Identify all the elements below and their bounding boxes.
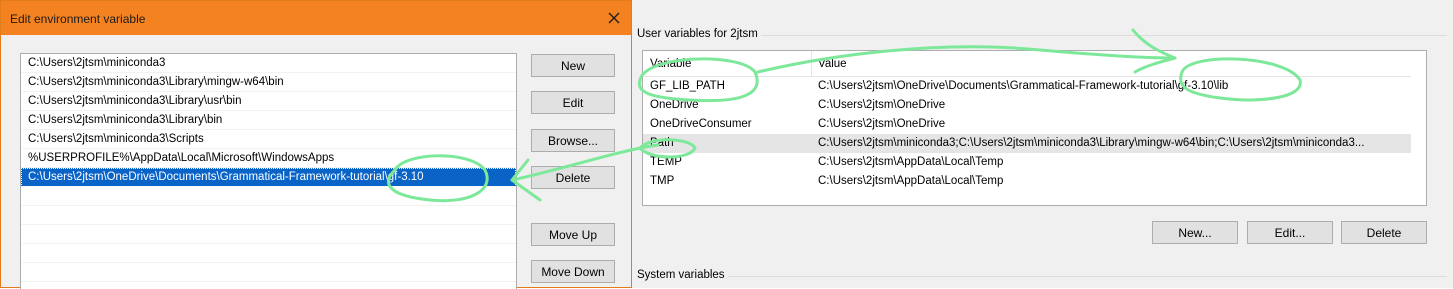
new-button[interactable]: New — [531, 54, 615, 77]
delete-button[interactable]: Delete — [531, 166, 615, 189]
table-body: GF_LIB_PATH C:\Users\2jtsm\OneDrive\Docu… — [643, 77, 1411, 191]
user-new-button[interactable]: New... — [1152, 221, 1238, 244]
path-entries-list[interactable]: C:\Users\2jtsm\miniconda3 C:\Users\2jtsm… — [20, 53, 517, 289]
user-edit-button-label: Edit... — [1274, 225, 1306, 240]
user-new-button-label: New... — [1178, 225, 1212, 240]
edit-button-label: Edit — [562, 95, 584, 110]
browse-button[interactable]: Browse... — [531, 129, 615, 152]
list-item-empty[interactable] — [21, 225, 516, 244]
user-delete-button-label: Delete — [1366, 225, 1402, 240]
table-row[interactable]: OneDrive C:\Users\2jtsm\OneDrive — [643, 96, 1411, 115]
list-item-empty[interactable] — [21, 206, 516, 225]
system-group-divider — [637, 276, 1447, 277]
close-button[interactable] — [601, 5, 627, 31]
move-up-button[interactable]: Move Up — [531, 223, 615, 246]
variable-value: C:\Users\2jtsm\OneDrive — [818, 99, 946, 111]
move-down-button[interactable]: Move Down — [531, 260, 615, 283]
dialog-titlebar: Edit environment variable — [1, 1, 631, 35]
edit-button[interactable]: Edit — [531, 91, 615, 114]
list-item[interactable]: C:\Users\2jtsm\miniconda3\Library\bin — [21, 111, 516, 130]
variable-value: C:\Users\2jtsm\OneDrive\Documents\Gramma… — [818, 80, 1229, 92]
delete-button-label: Delete — [555, 170, 591, 185]
variable-name: TEMP — [650, 156, 682, 168]
table-header: Variable Value — [643, 51, 1411, 77]
table-row[interactable]: GF_LIB_PATH C:\Users\2jtsm\OneDrive\Docu… — [643, 77, 1411, 96]
variable-value: C:\Users\2jtsm\AppData\Local\Temp — [818, 175, 1004, 187]
variable-value: C:\Users\2jtsm\AppData\Local\Temp — [818, 156, 1004, 168]
list-item[interactable]: %USERPROFILE%\AppData\Local\Microsoft\Wi… — [21, 149, 516, 168]
table-row[interactable]: OneDriveConsumer C:\Users\2jtsm\OneDrive — [643, 115, 1411, 134]
variable-name: OneDrive — [650, 99, 699, 111]
move-down-button-label: Move Down — [541, 264, 605, 279]
column-header-value[interactable]: Value — [818, 58, 847, 70]
variable-name: GF_LIB_PATH — [650, 80, 725, 92]
dialog-title: Edit environment variable — [10, 12, 146, 26]
list-item-empty[interactable] — [21, 263, 516, 282]
column-separator[interactable] — [811, 51, 812, 76]
edit-env-variable-dialog: Edit environment variable C:\Users\2jtsm… — [0, 0, 632, 289]
new-button-label: New — [560, 58, 585, 73]
close-icon — [608, 12, 620, 24]
variable-name: TMP — [650, 175, 675, 187]
browse-button-label: Browse... — [547, 133, 598, 148]
list-item[interactable]: C:\Users\2jtsm\miniconda3\Scripts — [21, 130, 516, 149]
list-item[interactable]: C:\Users\2jtsm\miniconda3\Library\mingw-… — [21, 73, 516, 92]
move-up-button-label: Move Up — [548, 227, 598, 242]
list-item[interactable]: C:\Users\2jtsm\miniconda3 — [21, 54, 516, 73]
list-item[interactable]: C:\Users\2jtsm\miniconda3\Library\usr\bi… — [21, 92, 516, 111]
system-variables-group-label: System variables — [637, 269, 728, 281]
user-variables-table[interactable]: Variable Value GF_LIB_PATH C:\Users\2jts… — [642, 50, 1427, 206]
list-item-empty[interactable] — [21, 187, 516, 206]
variable-value: C:\Users\2jtsm\miniconda3;C:\Users\2jtsm… — [818, 137, 1365, 149]
table-row-selected[interactable]: Path C:\Users\2jtsm\miniconda3;C:\Users\… — [643, 134, 1411, 153]
list-item-selected[interactable]: C:\Users\2jtsm\OneDrive\Documents\Gramma… — [21, 168, 516, 187]
variable-value: C:\Users\2jtsm\OneDrive — [818, 118, 946, 130]
table-row[interactable]: TMP C:\Users\2jtsm\AppData\Local\Temp — [643, 172, 1411, 191]
variable-name: Path — [650, 137, 674, 149]
user-edit-button[interactable]: Edit... — [1247, 221, 1333, 244]
list-item-empty[interactable] — [21, 244, 516, 263]
user-delete-button[interactable]: Delete — [1341, 221, 1427, 244]
column-header-variable[interactable]: Variable — [650, 58, 691, 70]
variable-name: OneDriveConsumer — [650, 118, 752, 130]
environment-variables-panel: User variables for 2jtsm Variable Value … — [632, 0, 1453, 288]
user-variables-group-label: User variables for 2jtsm — [637, 28, 761, 40]
table-row[interactable]: TEMP C:\Users\2jtsm\AppData\Local\Temp — [643, 153, 1411, 172]
